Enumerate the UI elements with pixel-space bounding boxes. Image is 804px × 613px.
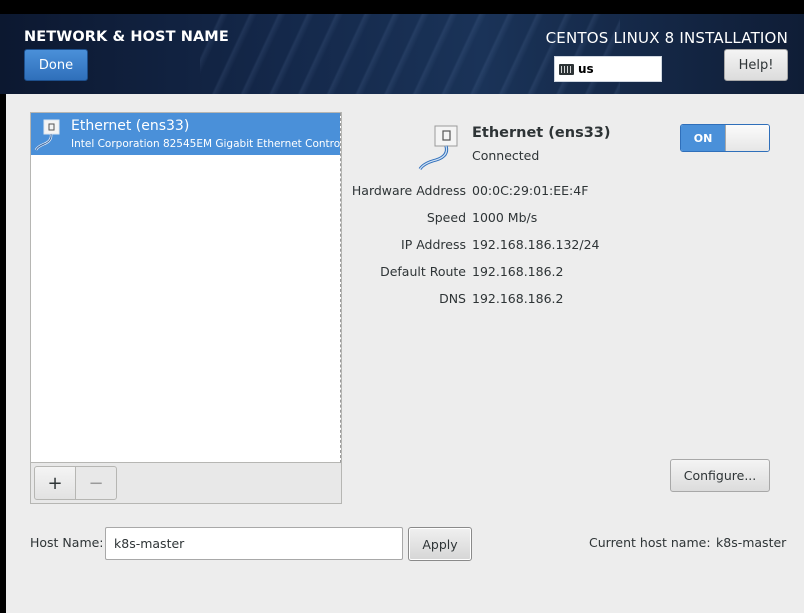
switch-on-label: ON xyxy=(681,125,725,151)
main-content: Ethernet (ens33) Intel Corporation 82545… xyxy=(6,94,804,613)
hardware-address-value: 00:0C:29:01:EE:4F xyxy=(472,183,589,198)
device-list: Ethernet (ens33) Intel Corporation 82545… xyxy=(31,113,341,463)
host-name-label: Host Name: xyxy=(30,535,104,550)
switch-knob[interactable] xyxy=(725,125,769,151)
header-decoration xyxy=(200,14,620,94)
help-button[interactable]: Help! xyxy=(724,49,788,81)
ip-address-value: 192.168.186.132/24 xyxy=(472,237,600,252)
device-detail-name: Ethernet (ens33) xyxy=(472,125,611,141)
keyboard-layout-indicator[interactable]: us xyxy=(554,56,662,82)
ethernet-cable-icon xyxy=(34,119,60,151)
default-route-label: Default Route xyxy=(380,264,466,279)
device-status: Connected xyxy=(472,148,540,163)
keyboard-icon xyxy=(559,63,574,75)
device-list-toolbar: + − xyxy=(31,463,341,503)
device-description: Intel Corporation 82545EM Gigabit Ethern… xyxy=(71,138,341,150)
ip-address-label: IP Address xyxy=(401,237,466,252)
device-list-item-ens33[interactable]: Ethernet (ens33) Intel Corporation 82545… xyxy=(31,113,341,155)
device-list-panel: Ethernet (ens33) Intel Corporation 82545… xyxy=(30,112,342,504)
hardware-address-label: Hardware Address xyxy=(351,183,466,198)
speed-label: Speed xyxy=(426,210,466,225)
done-button[interactable]: Done xyxy=(24,49,88,81)
header-bar: NETWORK & HOST NAME Done CENTOS LINUX 8 … xyxy=(0,14,804,94)
spoke-title: NETWORK & HOST NAME xyxy=(24,29,229,45)
device-on-off-switch[interactable]: ON xyxy=(680,124,770,152)
product-title: CENTOS LINUX 8 INSTALLATION xyxy=(545,29,788,47)
device-name: Ethernet (ens33) xyxy=(71,118,190,134)
configure-button[interactable]: Configure... xyxy=(670,459,770,492)
remove-device-button[interactable]: − xyxy=(75,466,117,500)
speed-value: 1000 Mb/s xyxy=(472,210,538,225)
apply-button[interactable]: Apply xyxy=(408,527,472,561)
add-device-button[interactable]: + xyxy=(34,466,76,500)
keyboard-layout-label: us xyxy=(578,62,594,76)
current-host-name-label: Current host name: xyxy=(589,535,711,550)
ethernet-cable-icon xyxy=(418,125,458,170)
dns-value: 192.168.186.2 xyxy=(472,291,564,306)
default-route-value: 192.168.186.2 xyxy=(472,264,564,279)
host-name-input[interactable] xyxy=(105,527,403,560)
dns-label: DNS xyxy=(439,291,466,306)
current-host-name-value: k8s-master xyxy=(716,535,787,550)
